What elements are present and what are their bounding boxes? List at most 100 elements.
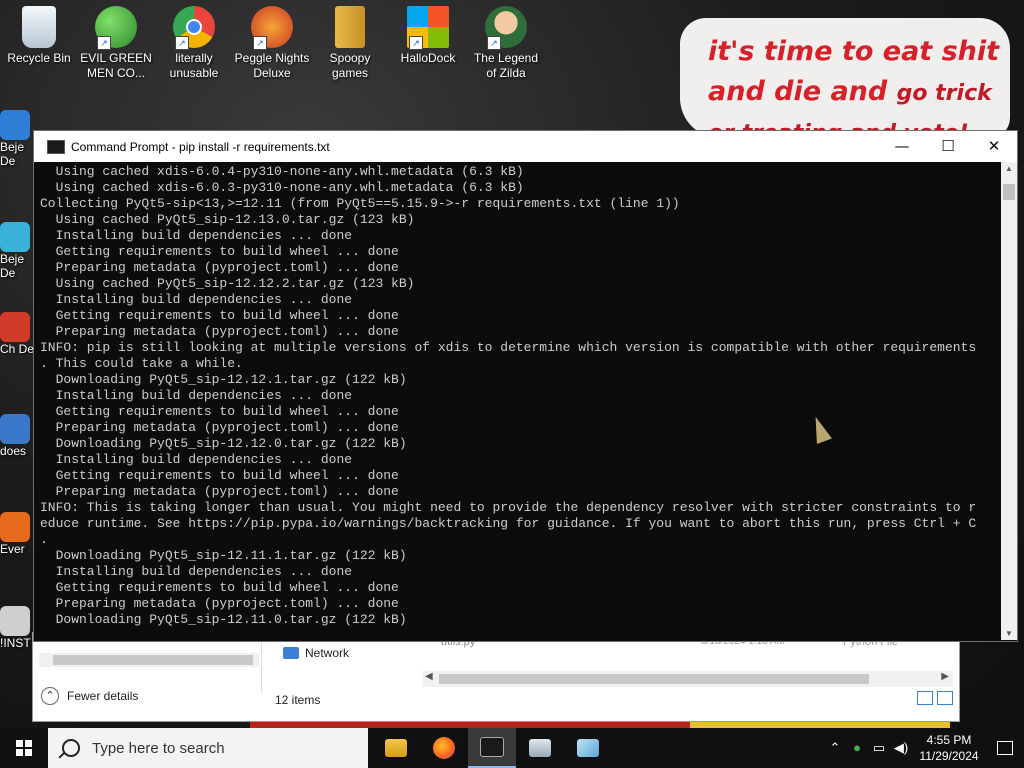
console-line: Using cached PyQt5_sip-12.12.2.tar.gz (1…: [40, 276, 415, 291]
chuzzle-icon: [0, 312, 30, 342]
console-line: Preparing metadata (pyproject.toml) ... …: [40, 260, 399, 275]
console-line: Installing build dependencies ... done: [40, 228, 353, 243]
taskbar: Type here to search ⌃ ● ▭ ◀) 4:55 PM 11/…: [0, 728, 1024, 768]
horizontal-scrollbar[interactable]: ◀ ▶: [423, 671, 953, 687]
people-icon[interactable]: ●: [849, 740, 865, 756]
console-line: Preparing metadata (pyproject.toml) ... …: [40, 596, 399, 611]
shortcut-arrow-icon: ↗: [409, 36, 423, 50]
console-line: Installing build dependencies ... done: [40, 388, 353, 403]
desktop-icon-chuzzle[interactable]: Ch De: [0, 312, 34, 356]
title-bar[interactable]: Command Prompt - pip install -r requirem…: [34, 131, 1017, 162]
desktop-icon-ever[interactable]: Ever: [0, 512, 34, 556]
command-prompt-icon: [47, 139, 65, 154]
scroll-left-icon[interactable]: ◀: [425, 671, 433, 682]
desktop-icon-peggle[interactable]: ↗ Peggle Nights Deluxe: [234, 6, 310, 81]
scroll-right-icon[interactable]: ▶: [941, 671, 949, 682]
taskbar-app-firefox[interactable]: [420, 728, 468, 768]
desktop-icon-legend-of-zilda[interactable]: ↗ The Legend of Zilda: [468, 6, 544, 81]
desktop-icon-recycle-bin[interactable]: Recycle Bin: [1, 6, 77, 66]
minimize-button[interactable]: —: [879, 131, 925, 162]
volume-icon[interactable]: ◀): [893, 740, 909, 756]
firefox-icon: [433, 737, 455, 759]
search-icon: [62, 739, 80, 757]
console-line: Getting requirements to build wheel ... …: [40, 404, 399, 419]
desktop-icon-install[interactable]: !INST: [0, 606, 34, 650]
taskbar-search[interactable]: Type here to search: [48, 728, 368, 768]
taskbar-app-control-panel[interactable]: [516, 728, 564, 768]
taskbar-app-notepad[interactable]: [564, 728, 612, 768]
desktop-icon-bejeweled-1[interactable]: Beje De: [0, 110, 34, 168]
chevron-up-icon[interactable]: ⌃: [827, 740, 843, 756]
nav-item-network[interactable]: Network: [283, 646, 349, 660]
explorer-nav-pane: [33, 633, 261, 721]
desktop-icon-spoopy-games[interactable]: Spoopy games: [312, 6, 388, 81]
maximize-button[interactable]: ☐: [925, 131, 971, 162]
details-view-icon[interactable]: [917, 691, 933, 705]
console-line: Getting requirements to build wheel ... …: [40, 308, 399, 323]
shortcut-arrow-icon: ↗: [253, 36, 267, 50]
console-output[interactable]: Using cached xdis-6.0.4-py310-none-any.w…: [40, 164, 1002, 640]
shortcut-arrow-icon: ↗: [487, 36, 501, 50]
wallpaper-text-line2b: go trick: [896, 81, 992, 106]
control-panel-icon: [529, 739, 551, 757]
console-line: Getting requirements to build wheel ... …: [40, 244, 399, 259]
console-line: Getting requirements to build wheel ... …: [40, 468, 399, 483]
bejeweled-icon: [0, 110, 30, 140]
chrome-icon: ↗: [173, 6, 215, 50]
file-explorer-window[interactable]: Network utils.py 8/15/2024 1:13 AM Pytho…: [32, 632, 960, 722]
clock[interactable]: 4:55 PM 11/29/2024: [912, 732, 986, 764]
console-line: . This could take a while.: [40, 356, 243, 371]
scroll-up-icon[interactable]: ▲: [1005, 164, 1013, 173]
console-line: Preparing metadata (pyproject.toml) ... …: [40, 324, 399, 339]
clock-date: 11/29/2024: [919, 749, 979, 763]
wallpaper-text-line2: and die and go trick: [708, 72, 1008, 114]
nav-item-label: Network: [305, 646, 350, 660]
shortcut-arrow-icon: ↗: [97, 36, 111, 50]
notifications-button[interactable]: [986, 728, 1024, 768]
view-toggle[interactable]: [917, 691, 953, 705]
side-icon-label: does: [0, 444, 27, 458]
windows-logo-icon: ↗: [407, 6, 449, 50]
fewer-details-label: Fewer details: [67, 689, 139, 703]
windows-logo-icon: [16, 740, 32, 756]
installer-icon: [0, 606, 30, 636]
taskbar-app-command-prompt[interactable]: [468, 728, 516, 768]
command-prompt-window[interactable]: Command Prompt - pip install -r requirem…: [33, 130, 1018, 642]
divider: [261, 633, 262, 693]
scroll-down-icon[interactable]: ▼: [1005, 629, 1013, 638]
wallpaper-text-line2a: and die and: [708, 76, 888, 107]
desktop-icon-bejeweled-2[interactable]: Beje De: [0, 222, 34, 280]
scroll-thumb[interactable]: [439, 674, 869, 684]
desktop-icon-label: Spoopy games: [329, 51, 371, 80]
desktop-icon-chrome[interactable]: ↗ literally unusable: [156, 6, 232, 81]
scroll-thumb[interactable]: [1003, 184, 1015, 200]
wallpaper-text: it's time to eat shit and die and go tri…: [708, 32, 1008, 136]
console-line: Downloading PyQt5_sip-12.11.1.tar.gz (12…: [40, 548, 407, 563]
console-line: Using cached xdis-6.0.3-py310-none-any.w…: [40, 180, 524, 195]
search-input[interactable]: Type here to search: [92, 740, 225, 757]
vertical-scrollbar[interactable]: ▲ ▼: [1001, 162, 1017, 640]
explorer-nav-scrollbar[interactable]: [39, 653, 259, 667]
chevron-up-icon: ⌃: [41, 687, 59, 705]
desktop-icon-does[interactable]: does: [0, 414, 34, 458]
console-line: Using cached PyQt5_sip-12.13.0.tar.gz (1…: [40, 212, 415, 227]
desktop-icon-green-men[interactable]: ↗ EVIL GREEN MEN CO...: [78, 6, 154, 81]
console-line: educe runtime. See https://pip.pypa.io/w…: [40, 516, 977, 531]
scroll-thumb[interactable]: [53, 655, 253, 665]
console-line: INFO: pip is still looking at multiple v…: [40, 340, 977, 355]
fewer-details-button[interactable]: ⌃ Fewer details: [41, 687, 138, 705]
network-icon[interactable]: ▭: [871, 740, 887, 756]
taskbar-app-file-explorer[interactable]: [372, 728, 420, 768]
large-icons-view-icon[interactable]: [937, 691, 953, 705]
side-icon-label: Beje De: [0, 140, 25, 168]
side-icon-label: !INST: [0, 636, 31, 650]
bejeweled-icon: [0, 222, 30, 252]
desktop-icon-label: The Legend of Zilda: [473, 51, 539, 80]
console-line: Preparing metadata (pyproject.toml) ... …: [40, 484, 399, 499]
start-button[interactable]: [0, 728, 48, 768]
peggle-icon: ↗: [251, 6, 293, 50]
console-line: Getting requirements to build wheel ... …: [40, 580, 399, 595]
green-men-icon: ↗: [95, 6, 137, 50]
close-button[interactable]: ✕: [971, 131, 1017, 162]
desktop-icon-hallodock[interactable]: ↗ HalloDock: [390, 6, 466, 66]
